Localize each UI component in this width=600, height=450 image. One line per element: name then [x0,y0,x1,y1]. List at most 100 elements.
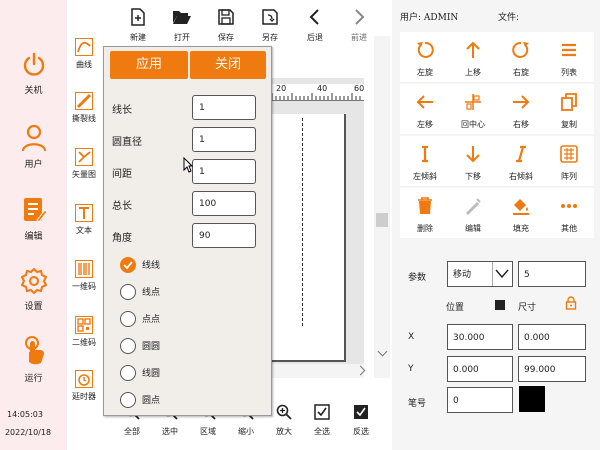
position-label: 位置 [446,303,465,313]
scrollbar-thumb[interactable] [376,213,388,227]
bottombar-label: 区域 [200,427,216,436]
delete-button[interactable]: 删除 [400,188,450,238]
grid-label: 上移 [465,68,481,77]
total-length-input[interactable]: 100 [192,191,256,216]
new-file-icon [131,8,145,26]
spacing-input[interactable]: 1 [192,159,256,184]
sidebar-item-run[interactable]: 运行 [0,336,67,384]
bottombar-label: 缩小 [238,427,254,436]
invert-select-button[interactable]: 反选 [341,404,381,437]
bottombar-label: 全选 [314,427,330,436]
arrow-up-icon [466,41,480,58]
grid-label: 回中心 [461,120,485,129]
skew-left-button[interactable]: 左倾斜 [400,136,450,186]
horizontal-ruler: 20 40 60 [268,84,364,101]
tool-label: 二维码 [72,338,96,347]
grid-label: 左旋 [417,68,433,77]
fill-button[interactable]: 填充 [496,188,546,238]
pen-number-input[interactable]: 0 [447,387,513,413]
timer-icon [75,370,93,388]
grid-label: 左移 [417,120,433,129]
dashed-tear-line[interactable] [302,118,303,326]
arrow-right-icon [513,95,530,109]
copy-button[interactable]: 复制 [544,84,594,134]
grid-label: 复制 [561,120,577,129]
move-left-button[interactable]: 左移 [400,84,450,134]
list-button[interactable]: 列表 [544,32,594,82]
save-button[interactable]: 保存 [206,8,246,43]
size-width-input[interactable]: 0.000 [518,324,586,350]
radio-label: 圆圆 [142,342,161,352]
position-y-input[interactable]: 0.000 [447,356,513,382]
tool-qrcode[interactable]: 二维码 [67,316,101,348]
edit-element-button[interactable]: 编辑 [448,188,498,238]
close-button[interactable]: 关闭 [190,51,266,79]
circle-diameter-input[interactable]: 1 [192,127,256,152]
select-all-icon [314,404,330,420]
sidebar-item-settings[interactable]: 设置 [0,268,67,312]
toolbar-label: 打开 [174,33,190,42]
lock-icon[interactable] [565,296,577,310]
spacing-label: 间距 [112,169,132,180]
grid-label: 左倾斜 [413,172,437,181]
center-icon [465,94,481,110]
grid-label: 填充 [513,224,529,233]
array-icon [560,145,578,163]
radio-circle-dot[interactable] [120,392,136,408]
line-length-input[interactable]: 1 [192,95,256,120]
sidebar-item-user[interactable]: 用户 [0,124,67,170]
pen-color-swatch[interactable] [519,386,545,412]
forward-button[interactable]: 前进 [339,8,379,43]
apply-button[interactable]: 应用 [110,51,188,79]
tool-tear-line[interactable]: 撕裂线 [67,92,101,124]
back-button[interactable]: 后退 [295,8,335,43]
sidebar-item-shutdown[interactable]: 关机 [0,52,67,96]
sidebar-item-edit[interactable]: 编辑 [0,196,67,242]
center-button[interactable]: 回中心 [448,84,498,134]
move-right-button[interactable]: 右移 [496,84,546,134]
step-input[interactable]: 5 [518,261,586,287]
tool-timer[interactable]: 延时器 [67,370,101,402]
back-icon [309,9,319,25]
run-hand-icon [24,336,44,365]
radio-circle-circle[interactable] [120,338,136,354]
position-x-input[interactable]: 30.000 [447,324,513,350]
select-all-button[interactable]: 全选 [302,404,342,437]
move-up-button[interactable]: 上移 [448,32,498,82]
radio-line-dot[interactable] [120,284,136,300]
rotate-left-button[interactable]: 左旋 [400,32,450,82]
vertical-scrollbar[interactable] [374,36,390,378]
rotate-left-icon [417,41,434,58]
tool-label: 曲线 [76,60,92,69]
qrcode-icon [75,316,93,334]
move-down-button[interactable]: 下移 [448,136,498,186]
total-length-label: 总长 [112,201,132,212]
horizontal-scrollbar[interactable] [268,364,364,378]
angle-input[interactable]: 90 [192,223,256,248]
toolbar-label: 后退 [307,33,323,42]
tool-text[interactable]: 文本 [67,204,101,236]
rotate-right-button[interactable]: 右旋 [496,32,546,82]
tool-vector[interactable]: 矢量图 [67,148,101,180]
array-button[interactable]: 阵列 [544,136,594,186]
more-button[interactable]: 其他 [544,188,594,238]
radio-line-circle[interactable] [120,365,136,381]
mode-select[interactable]: 移动 [447,261,513,287]
new-button[interactable]: 新建 [118,8,158,43]
radio-dot-dot[interactable] [120,311,136,327]
radio-line-line[interactable] [120,257,136,273]
skew-right-icon [516,145,526,163]
x-label: X [408,332,415,342]
size-height-input[interactable]: 99.000 [518,356,586,382]
invert-select-icon [354,405,368,419]
tool-barcode[interactable]: 一维码 [67,260,101,292]
radio-label: 线点 [142,288,161,298]
mouse-cursor-icon [183,157,193,173]
save-as-button[interactable]: 另存 [250,8,290,43]
tool-curve[interactable]: 曲线 [67,38,101,70]
pen-label: 笔号 [408,399,427,409]
open-button[interactable]: 打开 [162,8,202,43]
lock-ratio-checkbox[interactable] [495,300,505,310]
tear-line-settings-dialog: 应用 关闭 线长 1 圆直径 1 间距 1 总长 100 角度 90 线线 线点… [103,46,272,416]
skew-right-button[interactable]: 右倾斜 [496,136,546,186]
